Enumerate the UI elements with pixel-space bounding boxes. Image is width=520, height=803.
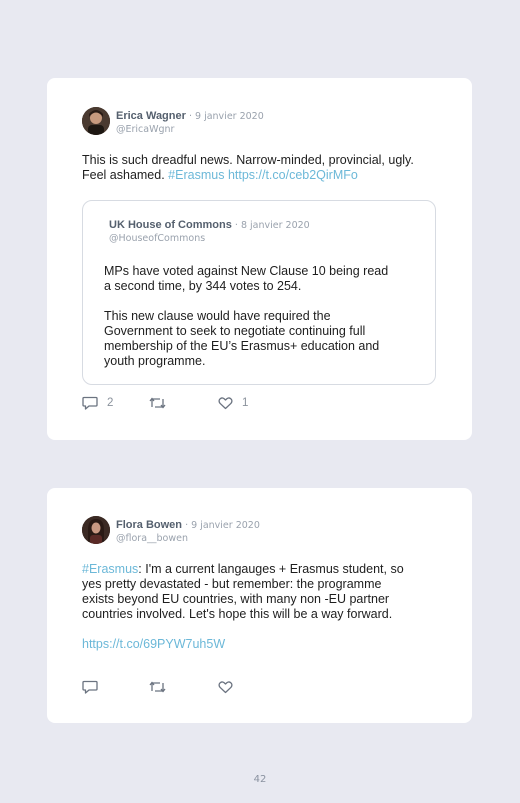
- heart-icon: [218, 397, 233, 410]
- tweet-text: #Erasmus: I'm a current langauges + Eras…: [82, 562, 404, 652]
- quoted-tweet-date[interactable]: · 8 janvier 2020: [235, 220, 310, 231]
- quoted-author-name[interactable]: UK House of Commons: [109, 219, 232, 231]
- tweet-card: Erica Wagner · 9 janvier 2020 @EricaWgnr…: [47, 78, 472, 440]
- url-link[interactable]: https://t.co/ceb2QirMFo: [228, 168, 358, 182]
- quoted-text-line: MPs have voted against New Clause 10 bei…: [104, 264, 389, 278]
- retweet-button[interactable]: [149, 395, 166, 411]
- retweet-icon: [149, 397, 166, 409]
- quoted-author-handle[interactable]: @HouseofCommons: [109, 233, 205, 244]
- quoted-paragraph: MPs have voted against New Clause 10 bei…: [104, 264, 419, 294]
- quoted-text-line: This new clause would have required the: [104, 309, 331, 323]
- tweet-text-line: yes pretty devastated - but remember: th…: [82, 577, 382, 591]
- author-name[interactable]: Flora Bowen: [116, 519, 182, 531]
- reply-count: 2: [107, 397, 114, 409]
- reply-icon: [82, 396, 98, 410]
- tweet-text-line: : I'm a current langauges + Erasmus stud…: [138, 562, 404, 576]
- tweet-text-line: Feel ashamed.: [82, 168, 169, 182]
- tweet-actions: [82, 679, 282, 695]
- like-count: 1: [242, 397, 249, 409]
- tweet-text-line: This is such dreadful news. Narrow-minde…: [82, 153, 414, 167]
- hashtag-link[interactable]: #Erasmus: [82, 562, 138, 576]
- tweet-text-line: exists beyond EU countries, with many no…: [82, 592, 390, 606]
- author-handle[interactable]: @EricaWgnr: [116, 124, 174, 135]
- tweet-card: Flora Bowen · 9 janvier 2020 @flora__bow…: [47, 488, 472, 723]
- quoted-text-line: membership of the EU’s Erasmus+ educatio…: [104, 339, 380, 353]
- retweet-button[interactable]: [149, 679, 166, 695]
- quoted-text-line: youth programme.: [104, 354, 206, 368]
- retweet-icon: [149, 681, 166, 693]
- reply-icon: [82, 680, 98, 694]
- reply-button[interactable]: 2: [82, 395, 113, 411]
- tweet-text-line: countries involved. Let's hope this will…: [82, 607, 393, 621]
- tweet-date[interactable]: · 9 janvier 2020: [189, 111, 264, 122]
- tweet-actions: 2 1: [82, 395, 282, 411]
- quoted-text-line: a second time, by 344 votes to 254.: [104, 279, 302, 293]
- url-link[interactable]: https://t.co/69PYW7uh5W: [82, 637, 404, 652]
- author-handle[interactable]: @flora__bowen: [116, 533, 188, 544]
- quoted-tweet[interactable]: UK House of Commons · 8 janvier 2020 @Ho…: [82, 200, 436, 385]
- quoted-text-line: Government to seek to negotiate continui…: [104, 324, 366, 338]
- hashtag-link[interactable]: #Erasmus: [168, 168, 224, 182]
- tweet-date[interactable]: · 9 janvier 2020: [185, 520, 260, 531]
- quoted-paragraph: This new clause would have required the …: [104, 309, 419, 369]
- reply-button[interactable]: [82, 679, 98, 695]
- like-button[interactable]: [218, 679, 233, 695]
- author-name[interactable]: Erica Wagner: [116, 110, 186, 122]
- like-button[interactable]: 1: [218, 395, 248, 411]
- avatar[interactable]: [82, 107, 110, 135]
- tweet-text: This is such dreadful news. Narrow-minde…: [82, 153, 414, 183]
- page-number: 42: [253, 774, 267, 785]
- avatar[interactable]: [82, 516, 110, 544]
- heart-icon: [218, 681, 233, 694]
